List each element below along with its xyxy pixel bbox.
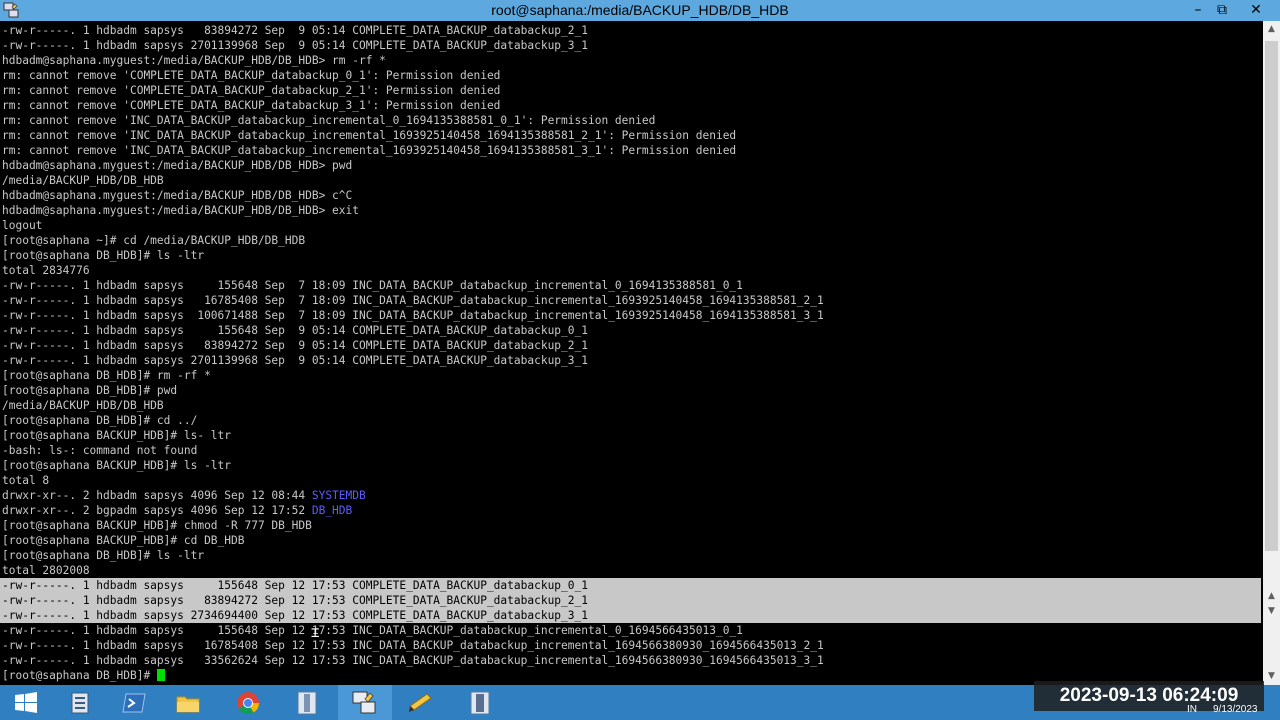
terminal-line: -rw-r-----. 1 hdbadm sapsys 33562624 Sep… — [2, 654, 824, 667]
terminal-line: -rw-r-----. 1 hdbadm sapsys 155648 Sep 7… — [2, 279, 743, 292]
start-button[interactable] — [0, 685, 54, 720]
terminal-line: total 8 — [2, 474, 50, 487]
chrome-icon — [237, 692, 259, 714]
terminal-line: -rw-r-----. 1 hdbadm sapsys 83894272 Sep… — [2, 24, 588, 37]
terminal-line: drwxr-xr--. 2 hdbadm sapsys 4096 Sep 12 … — [2, 489, 366, 502]
terminal-line: -rw-r-----. 1 hdbadm sapsys 16785408 Sep… — [2, 294, 824, 307]
windows-logo-icon — [15, 692, 37, 713]
terminal-line: total 2802008 — [2, 564, 90, 577]
terminal-line: [root@saphana DB_HDB]# ls -ltr — [2, 249, 205, 262]
terminal-line: -rw-r-----. 1 hdbadm sapsys 16785408 Sep… — [2, 639, 824, 652]
notepad-icon — [409, 693, 432, 712]
terminal-line: hdbadm@saphana.myguest:/media/BACKUP_HDB… — [2, 54, 386, 67]
terminal-output[interactable]: -rw-r-----. 1 hdbadm sapsys 83894272 Sep… — [0, 21, 1263, 685]
terminal-line: -rw-r-----. 1 hdbadm sapsys 2701139968 S… — [2, 354, 588, 367]
close-button[interactable]: ✕ — [1242, 0, 1270, 21]
scroll-down-arrow-icon[interactable]: ▼ — [1263, 668, 1280, 685]
text-cursor — [157, 669, 166, 681]
terminal-line: [root@saphana BACKUP_HDB]# ls- ltr — [2, 429, 232, 442]
scroll-up-arrow-icon[interactable]: ▲ — [1263, 21, 1280, 38]
terminal-line: [root@saphana BACKUP_HDB]# cd DB_HDB — [2, 534, 245, 547]
taskbar-putty[interactable] — [338, 685, 392, 720]
taskbar: 2023-09-13 06:24:09 IN 9/13/2023 — [0, 681, 1280, 720]
terminal-line: -rw-r-----. 1 hdbadm sapsys 2734694400 S… — [2, 609, 588, 622]
title-bar: root@saphana:/media/BACKUP_HDB/DB_HDB – … — [0, 0, 1280, 21]
terminal-line: -rw-r-----. 1 hdbadm sapsys 155648 Sep 1… — [2, 624, 743, 637]
terminal-line: [root@saphana ~]# cd /media/BACKUP_HDB/D… — [2, 234, 306, 247]
document-icon — [470, 691, 490, 715]
terminal-line: rm: cannot remove 'COMPLETE_DATA_BACKUP_… — [2, 84, 501, 97]
terminal-line: [root@saphana DB_HDB]# cd ../ — [2, 414, 198, 427]
taskbar-powershell[interactable] — [108, 685, 162, 720]
archive-icon — [297, 691, 317, 715]
window-title: root@saphana:/media/BACKUP_HDB/DB_HDB — [491, 2, 789, 18]
terminal-line: -rw-r-----. 1 hdbadm sapsys 83894272 Sep… — [2, 594, 588, 607]
terminal-line: hdbadm@saphana.myguest:/media/BACKUP_HDB… — [2, 189, 353, 202]
server-manager-icon — [71, 692, 89, 714]
tray-date[interactable]: 9/13/2023 — [1213, 704, 1258, 715]
terminal-line: rm: cannot remove 'COMPLETE_DATA_BACKUP_… — [2, 69, 501, 82]
terminal-line: hdbadm@saphana.myguest:/media/BACKUP_HDB… — [2, 204, 359, 217]
terminal-line: /media/BACKUP_HDB/DB_HDB — [2, 399, 164, 412]
terminal-line: /media/BACKUP_HDB/DB_HDB — [2, 174, 164, 187]
terminal-line: rm: cannot remove 'INC_DATA_BACKUP_datab… — [2, 129, 737, 142]
directory-name: SYSTEMDB — [311, 489, 366, 502]
terminal-line: [root@saphana BACKUP_HDB]# ls -ltr — [2, 459, 232, 472]
directory-name: DB_HDB — [311, 504, 353, 517]
terminal-line: -rw-r-----. 1 hdbadm sapsys 83894272 Sep… — [2, 339, 588, 352]
terminal-line: drwxr-xr--. 2 bgpadm sapsys 4096 Sep 12 … — [2, 504, 353, 517]
terminal-line: rm: cannot remove 'INC_DATA_BACKUP_datab… — [2, 114, 656, 127]
terminal-line: logout — [2, 219, 43, 232]
taskbar-file-explorer[interactable] — [162, 685, 216, 720]
terminal-line: [root@saphana DB_HDB]# rm -rf * — [2, 369, 211, 382]
taskbar-server-manager[interactable] — [54, 685, 108, 720]
taskbar-archive[interactable] — [281, 685, 335, 720]
terminal-line: [root@saphana DB_HDB]# ls -ltr — [2, 549, 205, 562]
maximize-button[interactable]: ⧉ — [1208, 0, 1236, 21]
terminal-line: -bash: ls-: command not found — [2, 444, 198, 457]
terminal-line: rm: cannot remove 'COMPLETE_DATA_BACKUP_… — [2, 99, 501, 112]
putty-icon — [352, 691, 376, 714]
scroll-thumb[interactable] — [1265, 41, 1278, 551]
terminal-line: -rw-r-----. 1 hdbadm sapsys 155648 Sep 9… — [2, 324, 588, 337]
taskbar-document[interactable] — [454, 685, 508, 720]
terminal-line: rm: cannot remove 'INC_DATA_BACKUP_datab… — [2, 144, 737, 157]
terminal-line: -rw-r-----. 1 hdbadm sapsys 2701139968 S… — [2, 39, 588, 52]
language-indicator[interactable]: IN — [1187, 704, 1197, 715]
terminal-line: hdbadm@saphana.myguest:/media/BACKUP_HDB… — [2, 159, 353, 172]
scroll-page-arrow-icon[interactable]: ▼ — [1263, 603, 1280, 620]
terminal-line: -rw-r-----. 1 hdbadm sapsys 155648 Sep 1… — [2, 579, 588, 592]
terminal-scrollbar[interactable]: ▲ ▲ ▼ ▼ — [1263, 21, 1280, 685]
terminal-line: -rw-r-----. 1 hdbadm sapsys 100671488 Se… — [2, 309, 824, 322]
terminal-line: [root@saphana BACKUP_HDB]# chmod -R 777 … — [2, 519, 312, 532]
terminal-line: [root@saphana DB_HDB]# pwd — [2, 384, 178, 397]
powershell-icon — [122, 693, 146, 713]
terminal-line: total 2834776 — [2, 264, 90, 277]
file-explorer-icon — [176, 696, 200, 713]
taskbar-notepad[interactable] — [394, 685, 448, 720]
terminal-line: [root@saphana DB_HDB]# — [2, 669, 157, 682]
mouse-ibeam-icon: ⌶ — [311, 625, 320, 641]
taskbar-chrome[interactable] — [222, 685, 276, 720]
